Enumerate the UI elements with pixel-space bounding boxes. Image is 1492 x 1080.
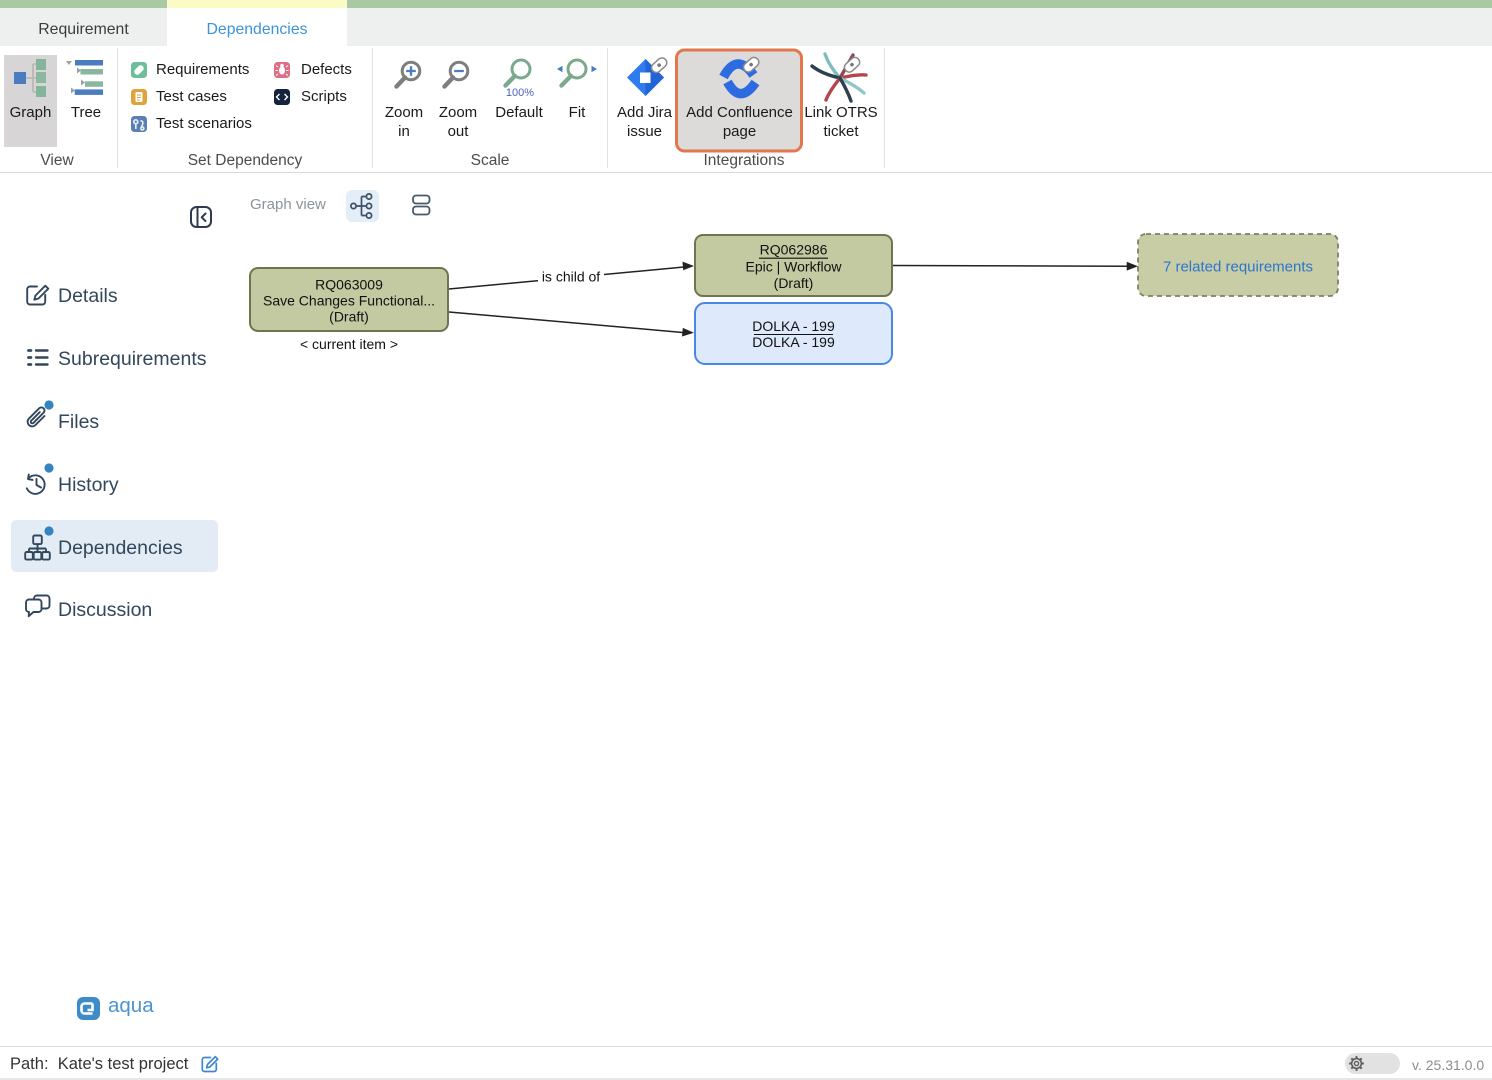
svg-text:RQ063009: RQ063009 [315,277,383,293]
svg-text:(Draft): (Draft) [329,309,369,325]
svg-text:< current item >: < current item > [300,336,398,352]
svg-text:(Draft): (Draft) [774,275,814,291]
svg-text:RQ062986: RQ062986 [760,242,828,258]
svg-text:7 related requirements: 7 related requirements [1163,259,1313,276]
svg-text:Epic | Workflow: Epic | Workflow [746,258,843,274]
svg-text:100%: 100% [506,87,534,99]
svg-text:DOLKA - 199: DOLKA - 199 [752,334,835,350]
svg-text:DOLKA - 199: DOLKA - 199 [752,318,835,334]
svg-text:is child of: is child of [542,268,600,284]
svg-text:Save Changes Functional...: Save Changes Functional... [263,293,435,309]
